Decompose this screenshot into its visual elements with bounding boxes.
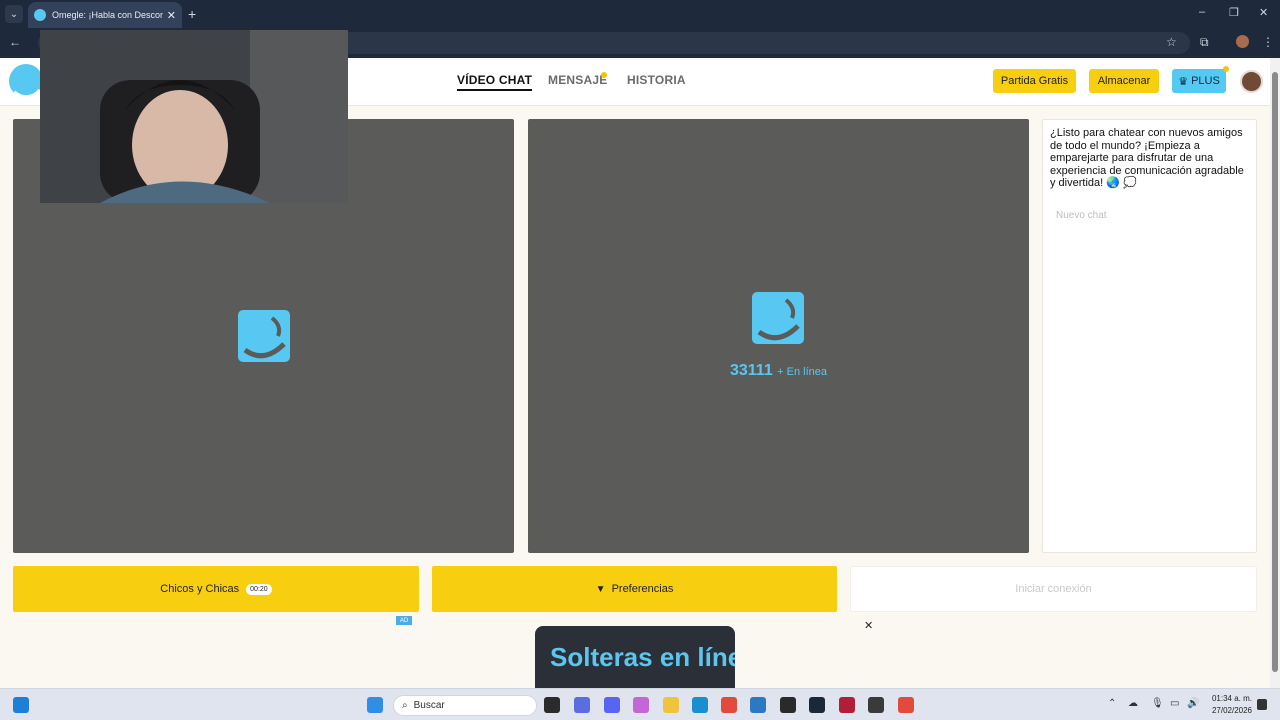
page-scrollbar[interactable] <box>1270 58 1280 688</box>
online-count-label: + En línea <box>777 366 828 378</box>
tab-title: Omegle: ¡Habla con Desconocidos! <box>52 10 163 20</box>
free-match-button[interactable]: Partida Gratis <box>993 69 1076 93</box>
online-counter: 33111 + En línea <box>528 362 1029 380</box>
gender-timer-badge: 00:20 <box>246 583 272 595</box>
plus-button[interactable]: ♛ PLUS <box>1172 69 1226 93</box>
new-tab-button[interactable]: + <box>188 6 196 22</box>
nav-message[interactable]: MENSAJE <box>548 73 607 87</box>
minimize-button[interactable]: – <box>1199 6 1205 18</box>
chrome-active-icon[interactable] <box>898 697 914 713</box>
start-menu-icon[interactable] <box>367 697 383 713</box>
chat-intro-text: ¿Listo para chatear con nuevos amigos de… <box>1050 127 1244 189</box>
tab-close-icon[interactable]: ✕ <box>167 9 176 22</box>
back-arrow-icon[interactable]: ← <box>9 35 21 49</box>
filter-icon: ▼ <box>595 583 606 595</box>
scrollbar-thumb[interactable] <box>1272 72 1278 672</box>
chat-panel: ¿Listo para chatear con nuevos amigos de… <box>1042 119 1257 553</box>
bookmark-star-icon[interactable]: ☆ <box>1166 35 1177 49</box>
tab-strip: ⌄ Omegle: ¡Habla con Desconocidos! ✕ + –… <box>0 0 1280 28</box>
store-app-icon[interactable] <box>750 697 766 713</box>
plus-label: PLUS <box>1191 75 1220 87</box>
preferences-button[interactable]: ▼ Preferencias <box>432 566 837 612</box>
nav-history[interactable]: HISTORIA <box>627 73 686 87</box>
network-icon[interactable]: ▭ <box>1170 698 1179 709</box>
widgets-icon[interactable] <box>13 697 29 713</box>
task-view-icon[interactable] <box>544 697 560 713</box>
chat-app-icon[interactable] <box>574 697 590 713</box>
obs-icon[interactable] <box>868 697 884 713</box>
chrome-icon[interactable] <box>721 697 737 713</box>
gender-filter-button[interactable]: Chicos y Chicas 00:20 <box>13 566 419 612</box>
epic-games-icon[interactable] <box>780 697 796 713</box>
steam-icon[interactable] <box>809 697 825 713</box>
browser-tab[interactable]: Omegle: ¡Habla con Desconocidos! ✕ <box>28 2 182 28</box>
notification-icon[interactable] <box>1257 699 1267 710</box>
search-icon: ⌕ <box>402 700 408 711</box>
online-count-number: 33111 <box>729 362 773 379</box>
message-notification-dot <box>601 72 607 78</box>
volume-icon[interactable]: 🔊 <box>1187 698 1199 709</box>
copilot-icon[interactable] <box>633 697 649 713</box>
close-window-button[interactable]: ✕ <box>1259 6 1268 19</box>
maximize-button[interactable]: ❐ <box>1229 6 1239 19</box>
gender-filter-label: Chicos y Chicas <box>160 583 240 595</box>
discord-icon[interactable] <box>604 697 620 713</box>
ad-close-icon[interactable]: ✕ <box>864 619 873 632</box>
clock-date: 27/02/2026 <box>1211 706 1252 715</box>
user-avatar[interactable] <box>1240 70 1263 93</box>
tray-chevron-icon[interactable]: ⌃ <box>1108 698 1116 709</box>
edge-icon[interactable] <box>692 697 708 713</box>
new-chat-placeholder: Nuevo chat <box>1056 210 1107 221</box>
ad-banner[interactable]: Solteras en línea <box>535 626 735 688</box>
profile-avatar[interactable] <box>1236 35 1249 48</box>
tab-search-button[interactable]: ⌄ <box>5 5 23 23</box>
start-connection-button[interactable]: Iniciar conexión <box>850 566 1257 612</box>
windows-taskbar: ⌕ Buscar ⌃ ☁ 🎙 ▭ 🔊 01:34 a. m. 27/02/202… <box>0 688 1280 720</box>
microphone-icon[interactable]: 🎙 <box>1151 698 1164 709</box>
taskbar-search-placeholder: Buscar <box>413 700 445 711</box>
ad-badge: AD <box>396 616 412 625</box>
preferences-label: Preferencias <box>611 583 674 595</box>
ad-headline: Solteras en línea <box>550 642 735 672</box>
crown-icon: ♛ <box>1178 75 1189 88</box>
remote-video-panel: 33111 + En línea <box>528 119 1029 553</box>
webcam-image <box>40 30 348 203</box>
nav-video-chat[interactable]: VÍDEO CHAT <box>457 73 533 91</box>
omegle-favicon-icon <box>34 9 46 21</box>
taskbar-search[interactable]: ⌕ Buscar <box>393 695 537 716</box>
omegle-logo-icon <box>238 310 290 362</box>
extensions-icon[interactable]: ⧉ <box>1200 35 1209 50</box>
acrobat-icon[interactable] <box>839 697 855 713</box>
onedrive-icon[interactable]: ☁ <box>1128 698 1138 709</box>
taskbar-clock[interactable]: 01:34 a. m. 27/02/2026 <box>1204 693 1252 717</box>
file-explorer-icon[interactable] <box>663 697 679 713</box>
browser-menu-icon[interactable]: ⋮ <box>1262 35 1274 49</box>
omegle-logo-icon <box>752 292 804 344</box>
webcam-preview <box>40 30 348 203</box>
plus-notification-dot <box>1223 66 1229 72</box>
store-button[interactable]: Almacenar <box>1089 69 1159 93</box>
clock-time: 01:34 a. m. <box>1211 694 1252 703</box>
